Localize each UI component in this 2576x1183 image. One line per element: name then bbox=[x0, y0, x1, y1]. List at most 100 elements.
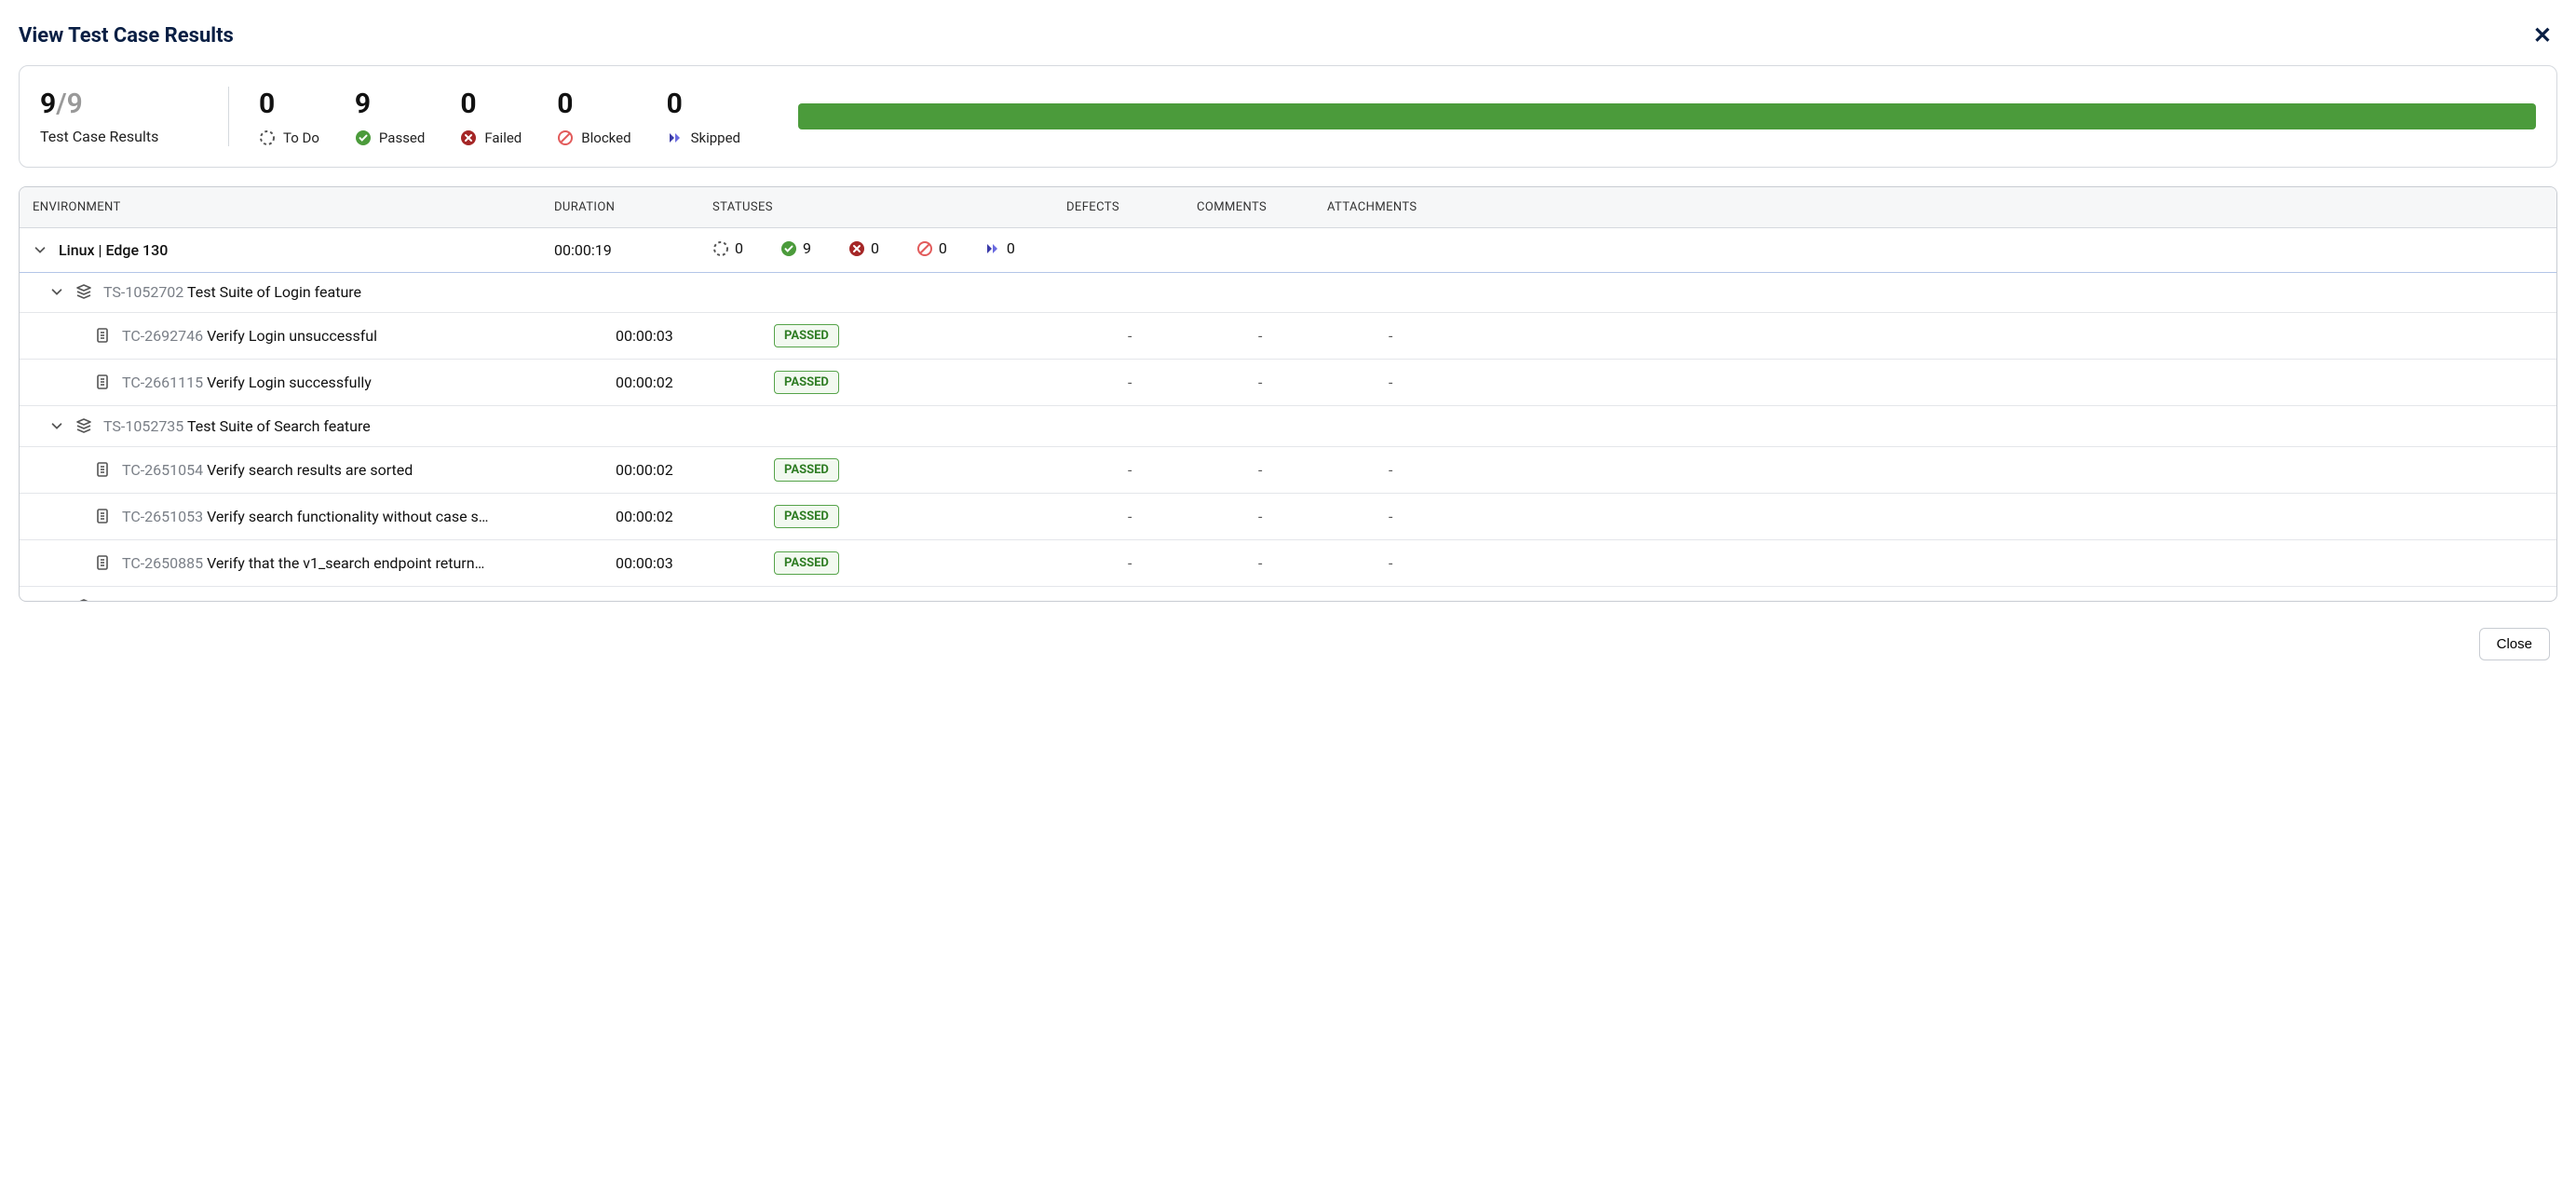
stat-passed-label: Passed bbox=[379, 129, 425, 146]
grid-body[interactable]: Linux | Edge 130 00:00:19 0 9 0 0 0 TS-1… bbox=[20, 228, 2556, 601]
stat-failed-count: 0 bbox=[460, 88, 522, 120]
tc-id: TC-2651054 bbox=[122, 461, 203, 479]
stat-blocked: 0 Blocked bbox=[557, 88, 630, 146]
env-passed-count: 9 bbox=[803, 239, 811, 257]
tc-id: TC-2661115 bbox=[122, 374, 203, 391]
tc-name: Verify search functionality without case… bbox=[207, 508, 488, 525]
skipped-icon bbox=[984, 240, 1001, 257]
testcase-row[interactable]: TC-2692746 Verify Login unsuccessful 00:… bbox=[20, 313, 2556, 360]
suite-row[interactable]: TS-1052702 Test Suite of Login feature bbox=[20, 272, 2556, 313]
stat-failed: 0 Failed bbox=[460, 88, 522, 146]
summary-totals: 9/9 Test Case Results bbox=[40, 88, 198, 145]
tc-name: Verify Login unsuccessful bbox=[207, 327, 377, 345]
environment-row[interactable]: Linux | Edge 130 00:00:19 0 9 0 0 0 bbox=[20, 228, 2556, 273]
suite-id: TS-1052702 bbox=[103, 283, 183, 301]
progress-bar-wrap bbox=[798, 103, 2536, 129]
tc-comments: - bbox=[1258, 327, 1389, 345]
stat-blocked-count: 0 bbox=[557, 88, 630, 120]
status-badge: PASSED bbox=[774, 458, 839, 482]
summary-label: Test Case Results bbox=[40, 128, 198, 145]
blocked-icon bbox=[916, 240, 933, 257]
tc-name: Verify Login successfully bbox=[207, 374, 372, 391]
chevron-down-icon[interactable] bbox=[49, 418, 64, 433]
document-icon bbox=[94, 374, 111, 390]
testcase-row[interactable]: TC-2661115 Verify Login successfully 00:… bbox=[20, 360, 2556, 406]
modal-header: View Test Case Results ✕ bbox=[19, 9, 2557, 65]
stat-skipped: 0 Skipped bbox=[667, 88, 740, 146]
tc-duration: 00:00:02 bbox=[616, 461, 774, 479]
document-icon bbox=[94, 327, 111, 344]
env-skipped-count: 0 bbox=[1007, 239, 1015, 257]
tc-defects: - bbox=[1128, 461, 1258, 479]
skipped-icon bbox=[667, 129, 684, 146]
stat-todo-label: To Do bbox=[283, 129, 319, 146]
suite-name: Test Suite of Search feature bbox=[187, 417, 371, 435]
col-duration: DURATION bbox=[554, 200, 712, 214]
col-comments: COMMENTS bbox=[1197, 200, 1327, 214]
stat-blocked-label: Blocked bbox=[581, 129, 630, 146]
document-icon bbox=[94, 508, 111, 524]
status-badge: PASSED bbox=[774, 551, 839, 575]
testcase-row[interactable]: TC-2651054 Verify search results are sor… bbox=[20, 447, 2556, 494]
tc-defects: - bbox=[1128, 374, 1258, 391]
stat-skipped-count: 0 bbox=[667, 88, 740, 120]
chevron-down-icon[interactable] bbox=[33, 242, 47, 257]
suite-id: TS-1052735 bbox=[103, 417, 183, 435]
stat-failed-label: Failed bbox=[484, 129, 522, 146]
tc-id: TC-2692746 bbox=[122, 327, 203, 345]
tc-id: TC-2650885 bbox=[122, 554, 203, 572]
document-icon bbox=[94, 461, 111, 478]
tc-attachments: - bbox=[1389, 327, 2543, 345]
env-todo-count: 0 bbox=[735, 239, 743, 257]
modal-title: View Test Case Results bbox=[19, 24, 234, 48]
grid-header: ENVIRONMENT DURATION STATUSES DEFECTS CO… bbox=[20, 187, 2556, 228]
environment-statuses: 0 9 0 0 0 bbox=[712, 239, 1066, 261]
chevron-down-icon[interactable] bbox=[49, 599, 64, 601]
chevron-down-icon[interactable] bbox=[49, 284, 64, 299]
suite-id: TS-1052896 bbox=[103, 598, 183, 602]
tc-attachments: - bbox=[1389, 461, 2543, 479]
env-failed-count: 0 bbox=[871, 239, 879, 257]
divider bbox=[228, 87, 229, 146]
col-statuses: STATUSES bbox=[712, 200, 1066, 214]
tc-name: Verify search results are sorted bbox=[207, 461, 413, 479]
tc-duration: 00:00:02 bbox=[616, 374, 774, 391]
stat-todo-count: 0 bbox=[259, 88, 319, 120]
passed-icon bbox=[780, 240, 797, 257]
tc-defects: - bbox=[1128, 508, 1258, 525]
close-icon[interactable]: ✕ bbox=[2528, 22, 2557, 48]
col-defects: DEFECTS bbox=[1066, 200, 1197, 214]
failed-icon bbox=[460, 129, 477, 146]
suite-name: Test Suite of navigating left menu item bbox=[187, 598, 442, 602]
stat-group: 0 To Do 9 Passed 0 Failed bbox=[259, 88, 740, 146]
stat-skipped-label: Skipped bbox=[691, 129, 740, 146]
passed-icon bbox=[355, 129, 372, 146]
suite-row[interactable]: TS-1052735 Test Suite of Search feature bbox=[20, 406, 2556, 447]
modal-footer: Close bbox=[19, 602, 2557, 666]
tc-defects: - bbox=[1128, 327, 1258, 345]
tc-defects: - bbox=[1128, 554, 1258, 572]
tc-attachments: - bbox=[1389, 554, 2543, 572]
status-badge: PASSED bbox=[774, 505, 839, 528]
suite-row[interactable]: TS-1052896 Test Suite of navigating left… bbox=[20, 587, 2556, 602]
todo-icon bbox=[712, 240, 729, 257]
test-results-modal: View Test Case Results ✕ 9/9 Test Case R… bbox=[0, 9, 2576, 666]
testcase-row[interactable]: TC-2651053 Verify search functionality w… bbox=[20, 494, 2556, 540]
failed-icon bbox=[848, 240, 865, 257]
tc-comments: - bbox=[1258, 374, 1389, 391]
stack-icon bbox=[75, 598, 92, 601]
status-badge: PASSED bbox=[774, 324, 839, 347]
tc-comments: - bbox=[1258, 508, 1389, 525]
done-count: 9 bbox=[40, 88, 56, 120]
tc-duration: 00:00:03 bbox=[616, 554, 774, 572]
tc-duration: 00:00:02 bbox=[616, 508, 774, 525]
tc-comments: - bbox=[1258, 461, 1389, 479]
total-count: 9 bbox=[67, 88, 83, 120]
stack-icon bbox=[75, 417, 92, 434]
close-button[interactable]: Close bbox=[2479, 628, 2550, 660]
env-blocked-count: 0 bbox=[939, 239, 947, 257]
summary-card: 9/9 Test Case Results 0 To Do 9 Passed bbox=[19, 65, 2557, 168]
col-environment: ENVIRONMENT bbox=[33, 200, 554, 214]
testcase-row[interactable]: TC-2650885 Verify that the v1_search end… bbox=[20, 540, 2556, 587]
col-attachments: ATTACHMENTS bbox=[1327, 200, 2543, 214]
